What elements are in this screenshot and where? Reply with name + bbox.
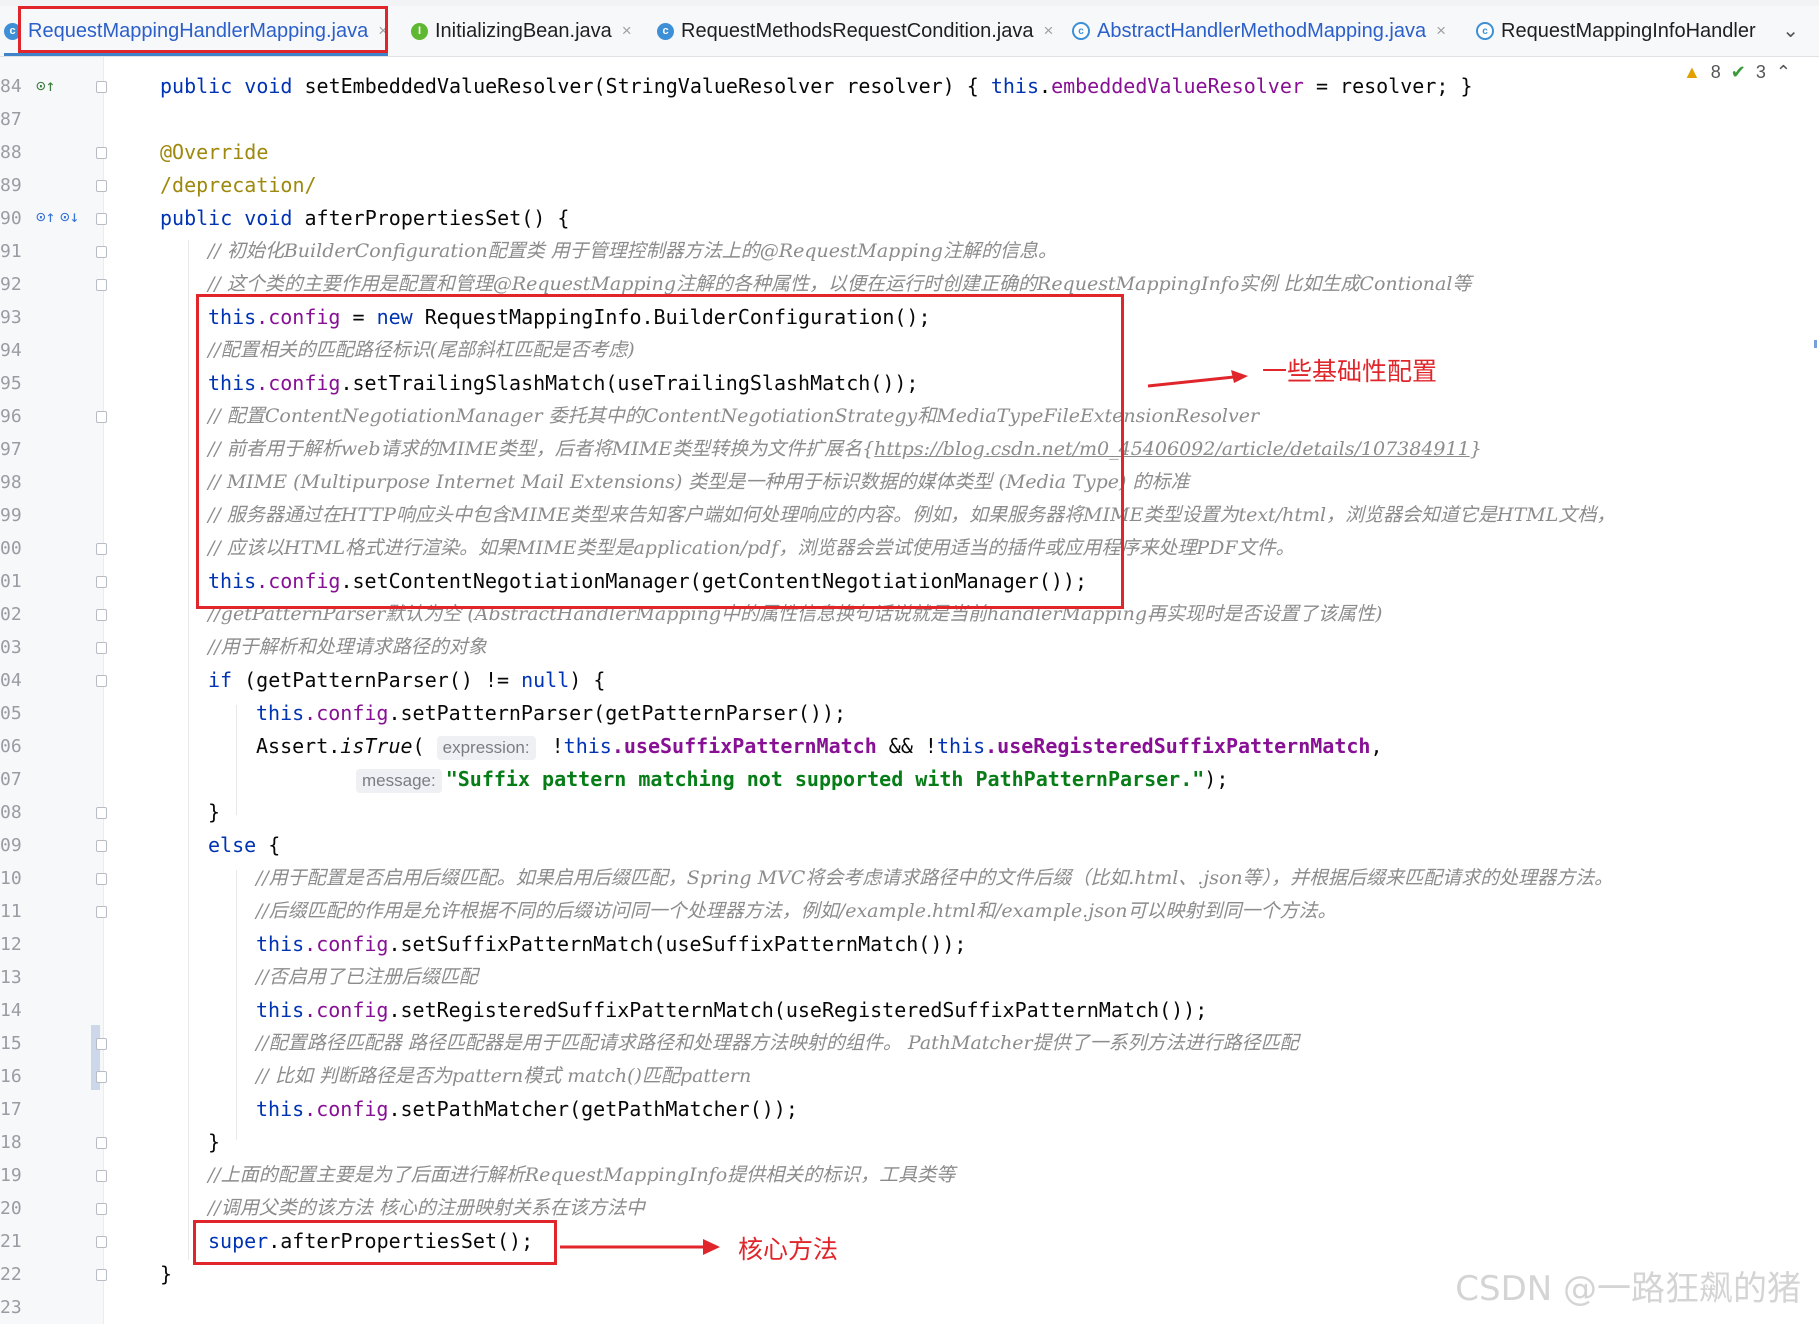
overridden-marker-icon[interactable]: ⊙↓ bbox=[60, 207, 79, 226]
comment-line: //用于解析和处理请求路径的对象 bbox=[208, 636, 487, 658]
abstract-class-icon: c bbox=[1476, 22, 1494, 40]
fold-icon[interactable] bbox=[96, 411, 107, 423]
indent-guide bbox=[236, 870, 237, 1140]
code-line: this.config.setPathMatcher(getPathMatche… bbox=[256, 1097, 798, 1121]
fold-icon[interactable] bbox=[96, 246, 107, 258]
fold-icon[interactable] bbox=[96, 1137, 107, 1149]
fold-icon[interactable] bbox=[96, 1203, 107, 1215]
fold-icon[interactable] bbox=[96, 543, 107, 555]
fold-icon[interactable] bbox=[96, 1038, 107, 1050]
tab-requestmethodsrequestcondition[interactable]: c RequestMethodsRequestCondition.java × bbox=[657, 6, 1053, 56]
basic-config-label: 一些基础性配置 bbox=[1262, 357, 1438, 386]
close-icon[interactable]: × bbox=[1436, 21, 1446, 41]
line-number: 22 bbox=[0, 1264, 22, 1285]
chevron-down-icon[interactable]: ⌄ bbox=[1782, 18, 1799, 43]
line-number: 23 bbox=[0, 1297, 22, 1318]
fold-icon[interactable] bbox=[96, 1071, 107, 1083]
tab-abstracthandlermethodmapping[interactable]: c AbstractHandlerMethodMapping.java × bbox=[1072, 6, 1446, 56]
close-icon[interactable]: × bbox=[622, 21, 632, 41]
fold-icon[interactable] bbox=[96, 609, 107, 621]
fold-icon[interactable] bbox=[96, 279, 107, 291]
fold-icon[interactable] bbox=[96, 147, 107, 159]
comment-line: // 比如 判断路径是否为pattern模式 match()匹配pattern bbox=[256, 1065, 752, 1087]
fold-icon[interactable] bbox=[96, 180, 107, 192]
override-marker-icon[interactable]: ⊙↑ bbox=[36, 76, 55, 95]
core-method-label: 核心方法 bbox=[738, 1235, 839, 1264]
fold-icon[interactable] bbox=[96, 840, 107, 852]
comment-line: //用于配置是否启用后缀匹配。如果启用后缀匹配，Spring MVC将会考虑请求… bbox=[256, 867, 1614, 889]
active-tab-highlight bbox=[18, 6, 388, 53]
line-number: 20 bbox=[0, 1198, 22, 1219]
chevron-up-icon[interactable]: ⌃ bbox=[1776, 62, 1791, 83]
code-line: this.config.setRegisteredSuffixPatternMa… bbox=[256, 998, 1208, 1022]
line-number: 17 bbox=[0, 1099, 22, 1120]
comment-line: //否启用了已注册后缀匹配 bbox=[256, 966, 478, 988]
fold-icon[interactable] bbox=[96, 642, 107, 654]
line-number: 13 bbox=[0, 967, 22, 988]
comment-line: //配置路径匹配器 路径匹配器是用于匹配请求路径和处理器方法映射的组件。 Pat… bbox=[256, 1032, 1299, 1054]
arrow-icon bbox=[1147, 370, 1248, 388]
code-editor[interactable]: public void setEmbeddedValueResolver(Str… bbox=[0, 0, 1615, 1286]
code-line: Assert.isTrue( expression: !this.useSuff… bbox=[256, 734, 1383, 760]
code-line: } bbox=[208, 800, 221, 824]
fold-icon[interactable] bbox=[96, 1236, 107, 1248]
scrollbar-marker bbox=[1814, 340, 1817, 348]
fold-icon[interactable] bbox=[96, 213, 107, 225]
comment-line: //后缀匹配的作用是允许根据不同的后缀访问同一个处理器方法，例如/example… bbox=[256, 900, 1337, 922]
comment-line: //调用父类的该方法 核心的注册映射关系在该方法中 bbox=[208, 1197, 645, 1219]
abstract-class-icon: c bbox=[1072, 22, 1090, 40]
indent-guide bbox=[188, 240, 189, 1260]
code-line: public void afterPropertiesSet() { bbox=[160, 206, 570, 230]
code-line: } bbox=[208, 1130, 221, 1154]
parameter-hint: message: bbox=[356, 768, 442, 793]
parameter-hint: expression: bbox=[436, 735, 536, 760]
code-line: if (getPatternParser() != null) { bbox=[208, 668, 606, 692]
fold-icon[interactable] bbox=[96, 807, 107, 819]
close-icon[interactable]: × bbox=[1043, 21, 1053, 41]
tab-initializingbean[interactable]: I InitializingBean.java × bbox=[411, 6, 632, 56]
code-line: else { bbox=[208, 833, 281, 857]
core-method-highlight-box bbox=[193, 1220, 557, 1265]
line-number: 14 bbox=[0, 1000, 22, 1021]
fold-icon[interactable] bbox=[96, 576, 107, 588]
check-icon: ✔ bbox=[1730, 62, 1746, 82]
watermark: CSDN @一路狂飙的猪 bbox=[1455, 1269, 1801, 1309]
code-line: this.config.setSuffixPatternMatch(useSuf… bbox=[256, 932, 967, 956]
interface-icon: I bbox=[411, 22, 428, 40]
warning-icon: ▲ bbox=[1682, 62, 1701, 82]
line-number: 12 bbox=[0, 934, 22, 955]
fold-icon[interactable] bbox=[96, 675, 107, 687]
arrow-icon bbox=[560, 1239, 720, 1255]
line-number: 15 bbox=[0, 1033, 22, 1054]
code-line: public void setEmbeddedValueResolver(Str… bbox=[160, 74, 1473, 98]
basic-config-highlight-box bbox=[196, 294, 1124, 609]
line-number: 16 bbox=[0, 1066, 22, 1087]
implements-marker-icon[interactable]: ⊙↑ bbox=[36, 207, 55, 226]
fold-icon[interactable] bbox=[96, 1170, 107, 1182]
code-line: /deprecation/ bbox=[160, 173, 317, 197]
class-icon: c bbox=[657, 22, 674, 40]
line-number: 19 bbox=[0, 1165, 22, 1186]
inspection-widget[interactable]: ▲ 8 ✔ 3 ⌃ bbox=[1683, 62, 1791, 83]
code-line: this.config.setPatternParser(getPatternP… bbox=[256, 701, 847, 725]
fold-icon[interactable] bbox=[96, 1269, 107, 1281]
comment-line: //上面的配置主要是为了后面进行解析RequestMappingInfo提供相关… bbox=[208, 1164, 956, 1186]
indent-guide bbox=[236, 705, 237, 815]
line-number: 21 bbox=[0, 1231, 22, 1252]
comment-line: // 初始化BuilderConfiguration配置类 用于管理控制器方法上… bbox=[208, 240, 1057, 262]
code-line: } bbox=[160, 1262, 173, 1286]
line-number: 11 bbox=[0, 901, 22, 922]
tab-requestmappinginfohandler[interactable]: c RequestMappingInfoHandler bbox=[1476, 6, 1756, 56]
line-number: 18 bbox=[0, 1132, 22, 1153]
fold-icon[interactable] bbox=[96, 81, 107, 93]
fold-icon[interactable] bbox=[96, 873, 107, 885]
code-line: @Override bbox=[160, 140, 269, 164]
code-line: message: "Suffix pattern matching not sup… bbox=[356, 764, 1228, 794]
fold-icon[interactable] bbox=[96, 906, 107, 918]
